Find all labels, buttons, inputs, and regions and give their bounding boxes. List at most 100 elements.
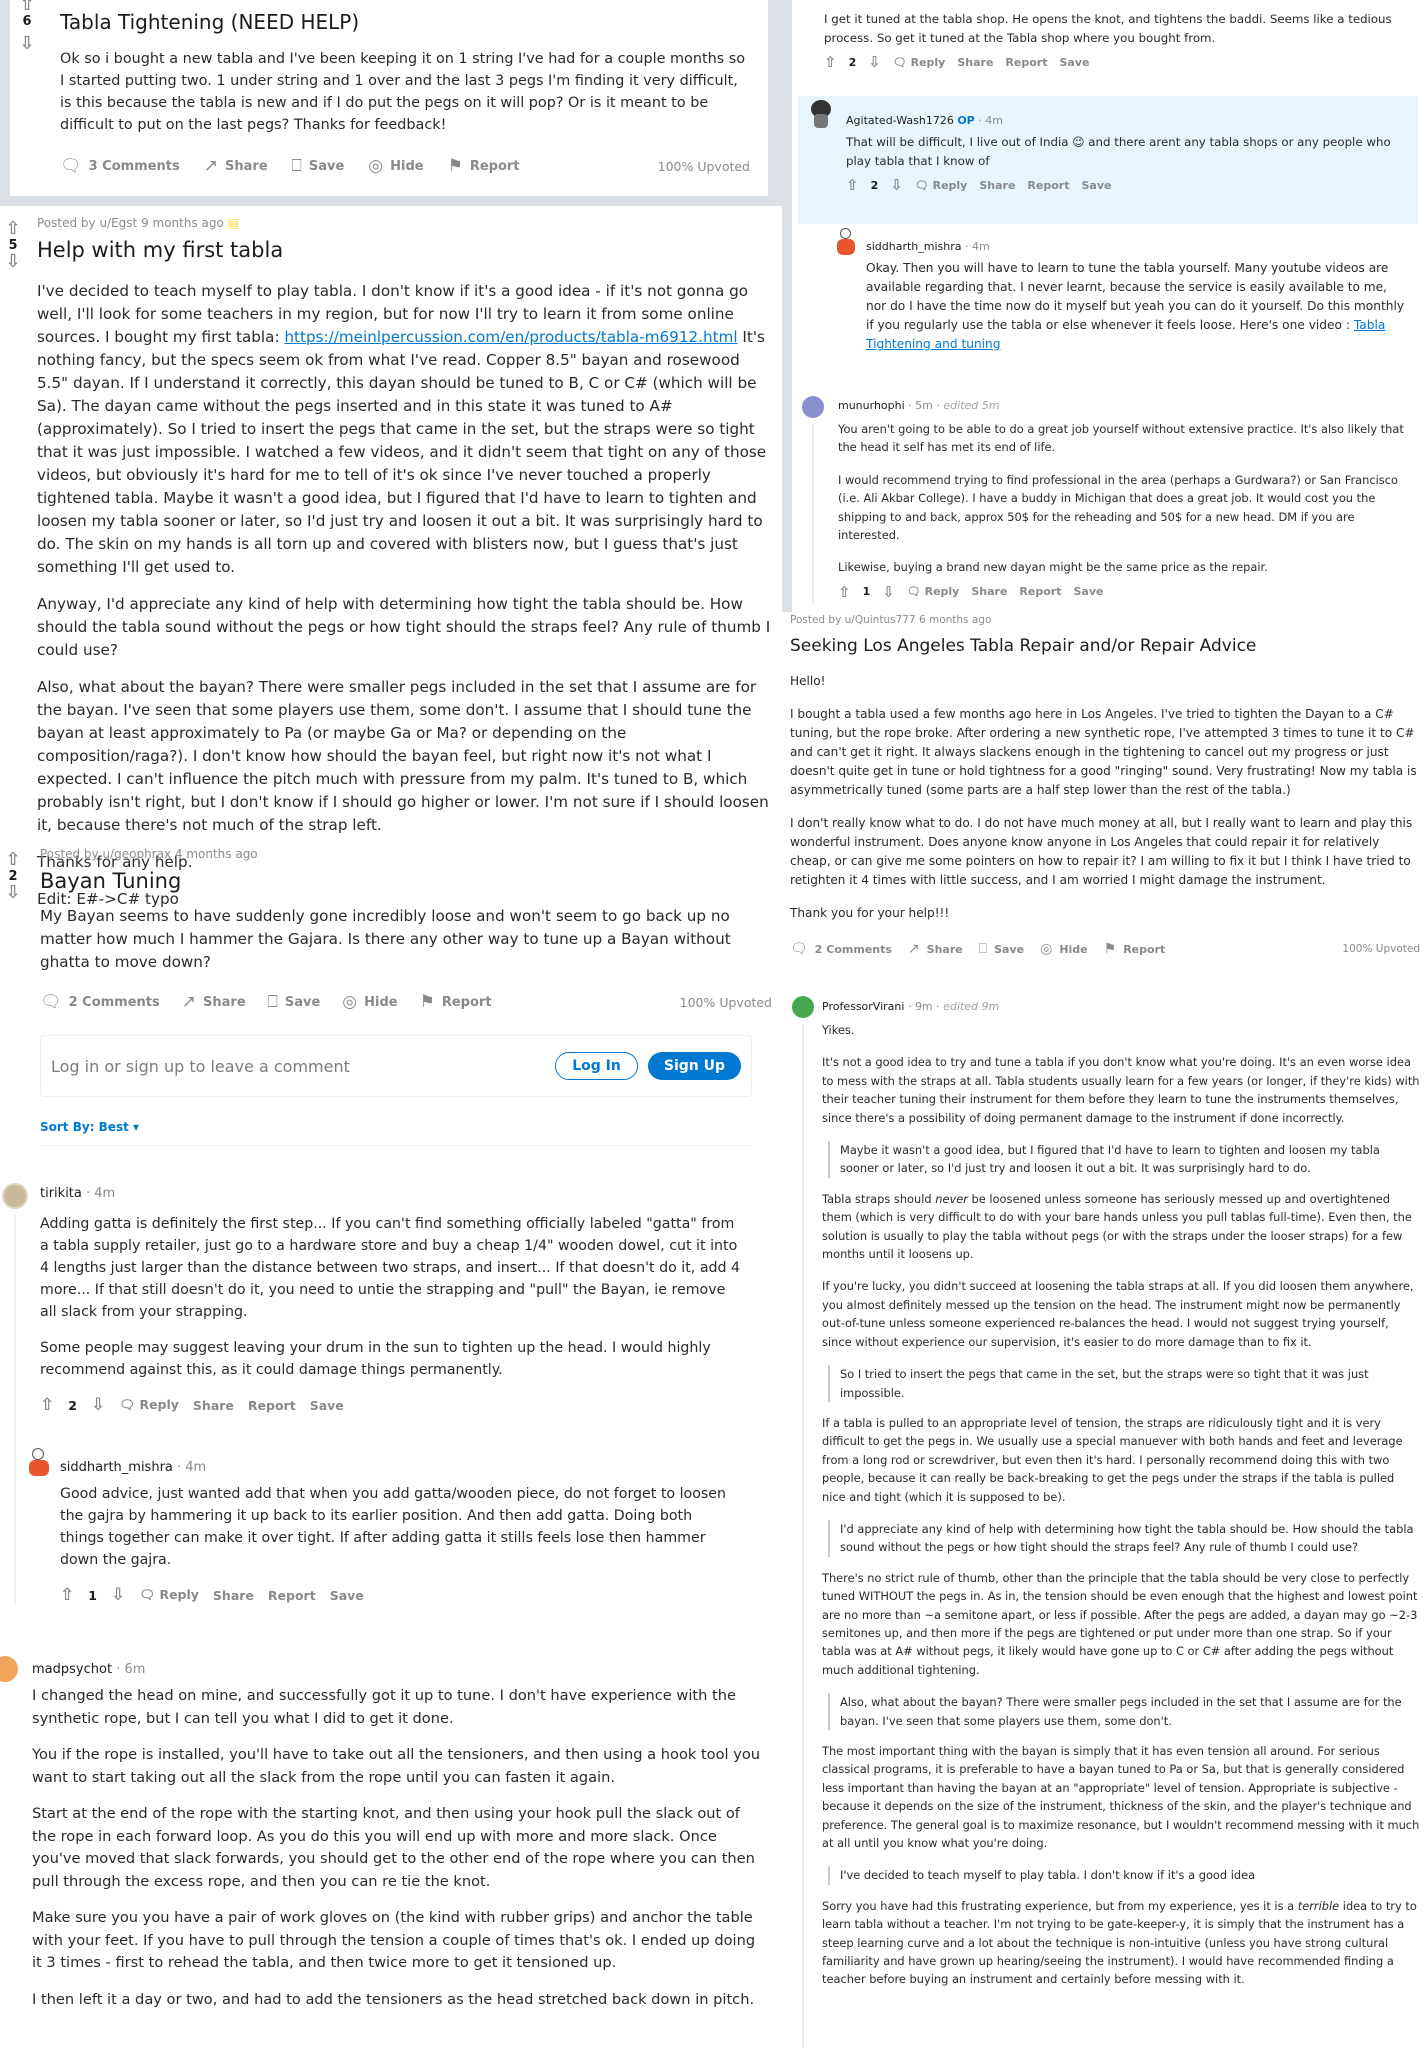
comment-login-box: Log in or sign up to leave a comment Log…	[40, 1035, 752, 1097]
share-button[interactable]: ↗ Share	[908, 941, 963, 957]
paragraph: You aren't going to be able to do a grea…	[838, 422, 1404, 455]
divider	[40, 1145, 750, 1146]
paragraph: Thank you for your help!!!	[790, 906, 950, 920]
avatar[interactable]	[792, 996, 814, 1018]
post-card-4[interactable]: Posted by u/Quintus777 6 months ago Seek…	[790, 614, 1420, 957]
comment-body: That will be difficult, I live out of In…	[846, 135, 1391, 168]
vote-column: ⇧ 2 ⇩	[0, 851, 26, 902]
upvote-ratio: 100% Upvoted	[1342, 943, 1420, 955]
comments-button[interactable]: 🗨 2 Comments	[40, 992, 160, 1012]
comment-author[interactable]: ProfessorVirani · 9m · edited 9m	[822, 1000, 1420, 1013]
save-button[interactable]: ⎕ Save	[979, 941, 1024, 957]
comment-author[interactable]: tirikita · 4m	[40, 1186, 745, 1201]
paragraph: Also, what about the bayan? There were s…	[37, 678, 769, 834]
save-button[interactable]: ⎕ Save	[292, 156, 345, 176]
comment-actions: ⇧ 1 ⇩ 🗨 Reply Share Report Save	[60, 1585, 364, 1605]
share-button[interactable]: Share	[971, 585, 1007, 598]
post-title[interactable]: Seeking Los Angeles Tabla Repair and/or …	[790, 636, 1420, 656]
save-button[interactable]: Save	[330, 1588, 364, 1603]
reply-button[interactable]: 🗨 Reply	[893, 56, 946, 69]
report-button[interactable]: ⚑ Report	[448, 156, 520, 176]
upvote-icon[interactable]: ⇧	[824, 53, 837, 71]
save-button[interactable]: Save	[310, 1398, 344, 1413]
save-button[interactable]: ⎕ Save	[268, 992, 321, 1012]
feed-background	[782, 372, 792, 612]
report-button[interactable]: ⚑ Report	[1104, 941, 1166, 957]
save-button[interactable]: Save	[1081, 179, 1111, 192]
upvote-icon[interactable]: ⇧	[40, 1395, 54, 1415]
paragraph: Tabla straps should never be loosened un…	[822, 1191, 1412, 1262]
comment-author[interactable]: siddharth_mishra · 4m	[866, 240, 1406, 253]
report-button[interactable]: Report	[1019, 585, 1061, 598]
signup-button[interactable]: Sign Up	[647, 1052, 741, 1080]
share-button[interactable]: Share	[213, 1588, 254, 1603]
save-button[interactable]: Save	[1059, 56, 1089, 69]
avatar[interactable]	[26, 1448, 52, 1478]
paragraph: I don't really know what to do. I do not…	[790, 816, 1413, 887]
avatar[interactable]	[834, 228, 858, 258]
post-title[interactable]: Bayan Tuning	[40, 869, 772, 893]
post-title[interactable]: Help with my first tabla	[37, 238, 772, 262]
login-button[interactable]: Log In	[555, 1052, 638, 1080]
share-button[interactable]: ↗ Share	[182, 992, 246, 1012]
comment-author[interactable]: Agitated-Wash1726 OP · 4m	[846, 114, 1406, 127]
upvote-icon[interactable]: ⇧	[0, 851, 26, 869]
downvote-icon[interactable]: ⇩	[868, 53, 881, 71]
report-button[interactable]: Report	[1027, 179, 1069, 192]
comment-author[interactable]: munurhophi · 5m · edited 5m	[838, 399, 1410, 412]
downvote-icon[interactable]: ⇩	[0, 884, 26, 902]
paragraph: If you're lucky, you didn't succeed at l…	[822, 1279, 1414, 1349]
downvote-icon[interactable]: ⇩	[890, 176, 903, 194]
reply-button[interactable]: 🗨 Reply	[139, 1587, 199, 1603]
avatar[interactable]	[802, 396, 824, 418]
share-button[interactable]: Share	[957, 56, 993, 69]
comment-actions: ⇧ 2 ⇩ 🗨 Reply Share Report Save	[40, 1395, 344, 1415]
comment: siddharth_mishra · 4m Okay. Then you wil…	[866, 240, 1406, 354]
downvote-icon[interactable]: ⇩	[0, 253, 26, 271]
downvote-icon[interactable]: ⇩	[14, 35, 40, 53]
share-button[interactable]: Share	[193, 1398, 234, 1413]
product-link[interactable]: https://meinlpercussion.com/en/products/…	[284, 328, 737, 346]
post-actions: 🗨 3 Comments ↗ Share ⎕ Save ◎ Hide ⚑ Report 1…	[60, 156, 750, 176]
comments-button[interactable]: 🗨 3 Comments	[60, 156, 180, 176]
comments-button[interactable]: 🗨 2 Comments	[790, 941, 892, 957]
reply-button[interactable]: 🗨 Reply	[907, 585, 960, 598]
comment-author[interactable]: siddharth_mishra · 4m	[60, 1460, 740, 1475]
downvote-icon[interactable]: ⇩	[91, 1395, 105, 1415]
paragraph: Make sure you you have a pair of work gl…	[32, 1909, 756, 1971]
upvote-icon[interactable]: ⇧	[60, 1585, 74, 1605]
save-button[interactable]: Save	[1073, 585, 1103, 598]
avatar[interactable]	[0, 1656, 18, 1682]
report-button[interactable]: Report	[1005, 56, 1047, 69]
upvote-icon[interactable]: ⇧	[846, 176, 859, 194]
comment-author[interactable]: madpsychot · 6m	[32, 1662, 762, 1677]
hide-button[interactable]: ◎ Hide	[368, 156, 423, 176]
downvote-icon[interactable]: ⇩	[882, 583, 895, 601]
hide-button[interactable]: ◎ Hide	[342, 992, 397, 1012]
hide-button[interactable]: ◎ Hide	[1040, 941, 1088, 957]
upvote-icon[interactable]: ⇧	[0, 220, 26, 238]
upvote-icon[interactable]: ⇧	[14, 0, 40, 14]
share-button[interactable]: Share	[979, 179, 1015, 192]
downvote-icon[interactable]: ⇩	[111, 1585, 125, 1605]
reply-button[interactable]: 🗨 Reply	[915, 179, 968, 192]
post-card-1[interactable]: ⇧ 6 ⇩ Tabla Tightening (NEED HELP) Ok so…	[10, 0, 768, 196]
thread-line[interactable]	[14, 1215, 16, 1605]
reply-button[interactable]: 🗨 Reply	[119, 1397, 179, 1413]
avatar[interactable]	[2, 1183, 28, 1209]
upvote-icon[interactable]: ⇧	[838, 583, 851, 601]
report-button[interactable]: Report	[268, 1588, 316, 1603]
comment-body: I changed the head on mine, and successf…	[32, 1685, 762, 2011]
sort-dropdown[interactable]: Sort By: Best ▾	[40, 1120, 139, 1134]
share-icon: ↗	[907, 941, 920, 957]
report-button[interactable]: ⚑ Report	[420, 992, 492, 1012]
report-button[interactable]: Report	[248, 1398, 296, 1413]
comment: Agitated-Wash1726 OP · 4m That will be d…	[846, 114, 1406, 194]
share-button[interactable]: ↗ Share	[204, 156, 268, 176]
thread-line[interactable]	[802, 1024, 804, 2048]
thread-line[interactable]	[812, 424, 814, 604]
post-actions: 🗨 2 Comments ↗ Share ⎕ Save ◎ Hide ⚑ Report 1…	[40, 992, 772, 1012]
eye-slash-icon: ◎	[1040, 941, 1053, 957]
avatar[interactable]	[808, 100, 834, 130]
post-title[interactable]: Tabla Tightening (NEED HELP)	[60, 10, 750, 34]
